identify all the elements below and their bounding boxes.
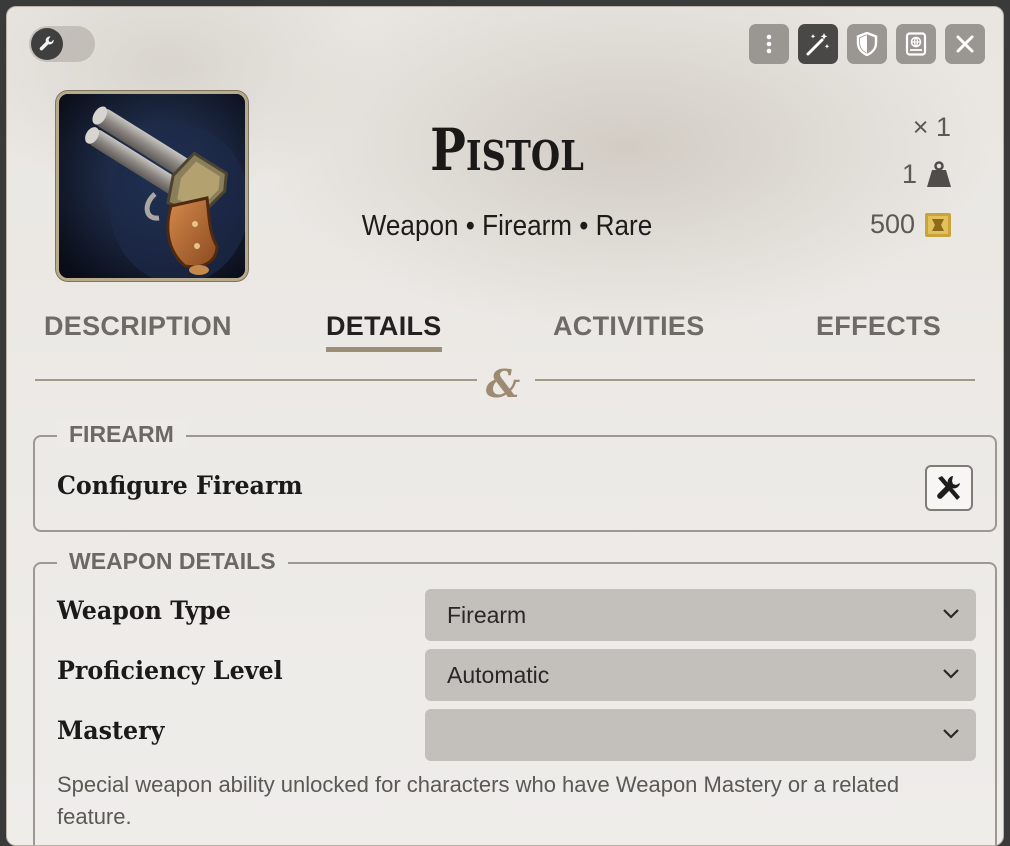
- mastery-hint: Special weapon ability unlocked for char…: [57, 772, 900, 829]
- item-name[interactable]: Pistol: [343, 115, 671, 185]
- sheet-tabs: DESCRIPTION DETAILS ACTIVITIES EFFECTS: [7, 307, 1003, 357]
- weight-icon: [927, 160, 951, 187]
- firearm-section: FIREARM Configure Firearm: [33, 421, 997, 532]
- configure-firearm-label: Configure Firearm: [57, 471, 303, 500]
- edit-mode-toggle[interactable]: [29, 26, 95, 62]
- weapon-details-section: WEAPON DETAILS Weapon Type Firearm Profi…: [33, 548, 997, 845]
- compendium-button[interactable]: [896, 24, 936, 64]
- weapon-details-legend: WEAPON DETAILS: [57, 548, 288, 575]
- tab-description[interactable]: DESCRIPTION: [44, 311, 232, 342]
- weapon-type-value: Firearm: [447, 601, 527, 628]
- tab-activities[interactable]: ACTIVITIES: [553, 311, 705, 342]
- close-icon: [956, 35, 974, 53]
- item-sheet: Pistol Weapon • Firearm • Rare × 1 1 500…: [6, 6, 1004, 846]
- book-globe-icon: [905, 32, 927, 56]
- item-weight[interactable]: 1: [902, 159, 953, 190]
- price-value: 500: [869, 209, 915, 239]
- magic-wand-icon: [806, 33, 830, 56]
- quantity-value: × 1: [912, 112, 951, 142]
- mastery-label: Mastery: [57, 716, 165, 745]
- tab-effects[interactable]: EFFECTS: [816, 311, 941, 342]
- mastery-select[interactable]: [425, 709, 976, 761]
- magic-wand-button[interactable]: [798, 24, 838, 64]
- chevron-down-icon: [943, 609, 959, 619]
- chevron-down-icon: [943, 729, 959, 739]
- weight-value: 1: [901, 159, 917, 189]
- tab-details[interactable]: DETAILS: [326, 311, 442, 352]
- shield-icon: [856, 32, 878, 56]
- kebab-icon: [766, 34, 772, 54]
- wrench-icon: [31, 28, 63, 60]
- item-subtitle: Weapon • Firearm • Rare: [361, 210, 653, 242]
- ampersand-ornament-icon: &: [485, 361, 521, 406]
- firearm-legend: FIREARM: [57, 421, 186, 448]
- configure-firearm-button[interactable]: [925, 465, 973, 511]
- proficiency-level-label: Proficiency Level: [57, 656, 283, 685]
- shield-button[interactable]: [847, 24, 887, 64]
- weapon-type-label: Weapon Type: [57, 596, 231, 625]
- item-image[interactable]: [56, 91, 248, 281]
- proficiency-level-value: Automatic: [447, 661, 550, 688]
- item-quantity[interactable]: × 1: [913, 112, 951, 143]
- item-price[interactable]: 500: [870, 209, 953, 240]
- gold-coin-icon: [925, 212, 951, 237]
- proficiency-level-select[interactable]: Automatic: [425, 649, 976, 701]
- weapon-type-select[interactable]: Firearm: [425, 589, 976, 641]
- close-button[interactable]: [945, 24, 985, 64]
- chevron-down-icon: [943, 669, 959, 679]
- more-options-button[interactable]: [749, 24, 789, 64]
- header-controls: [749, 24, 985, 64]
- tools-icon: [937, 476, 960, 500]
